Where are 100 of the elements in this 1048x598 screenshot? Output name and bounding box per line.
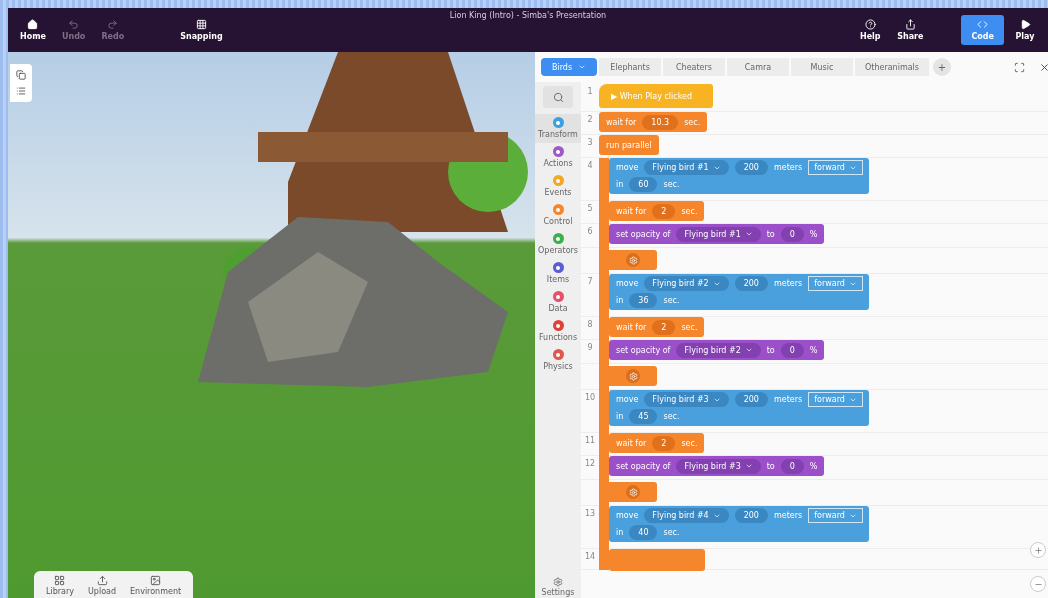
category-item[interactable]: Data [535,288,581,317]
value-field[interactable]: 40 [629,525,658,540]
script-tab[interactable]: Otheranimals [855,58,929,76]
block-label: sec. [681,206,698,216]
value-field[interactable]: 36 [629,293,658,308]
category-item[interactable]: Physics [535,346,581,375]
close-button[interactable] [1039,61,1048,73]
block-label: move [616,511,639,520]
block-label: wait for [606,117,637,127]
object-dropdown[interactable]: Flying bird #3 [644,392,729,407]
category-item[interactable]: Functions [535,317,581,346]
copy-button[interactable] [16,70,26,80]
object-dropdown[interactable]: Flying bird #1 [644,160,729,175]
category-item[interactable]: Items [535,259,581,288]
library-button[interactable]: Library [44,575,76,596]
block-label: move [616,395,639,404]
line-number: 2 [586,114,594,126]
value-field[interactable]: 2 [652,203,676,219]
fullscreen-button[interactable] [1014,61,1025,73]
value-field[interactable]: 45 [629,409,658,424]
settings-icon [628,371,638,381]
direction-dropdown[interactable]: forward [808,160,863,175]
window-title: Lion King (Intro) - Simba's Presentation [449,11,607,20]
help-icon [864,19,876,30]
block-label: sec. [663,296,680,305]
script-tab[interactable]: Birds [541,58,597,76]
block-label: move [616,279,639,288]
category-item[interactable]: Operators [535,230,581,259]
upload-icon [96,575,108,586]
value-field[interactable]: 0 [780,226,804,242]
object-dropdown[interactable]: Flying bird #3 [676,458,761,474]
chevron-down-icon [744,346,753,354]
code-button[interactable]: Code [961,15,1004,45]
list-button[interactable] [16,86,26,96]
value-field[interactable]: 2 [652,319,676,335]
play-button[interactable]: Play [1008,15,1042,45]
block-label: move [616,163,639,172]
line-number: 5 [586,203,594,215]
share-button[interactable]: Share [891,15,930,45]
close-icon [1039,61,1048,73]
object-dropdown[interactable]: Flying bird #4 [644,508,729,523]
copy-icon [16,70,26,80]
block-label: to [766,461,775,471]
settings-button[interactable] [626,369,640,383]
script-tab[interactable]: Elephants [599,58,661,76]
value-field[interactable]: 0 [780,342,804,358]
settings-button[interactable] [626,253,640,267]
block-label: set opacity of [616,461,671,471]
chevron-down-icon [744,230,753,238]
category-item[interactable]: Transform [535,114,581,143]
object-dropdown[interactable]: Flying bird #2 [644,276,729,291]
line-number: 8 [586,319,594,331]
block-label: % [809,461,818,471]
line-number: 6 [586,226,594,238]
category-item[interactable]: Actions [535,143,581,172]
line-number: 4 [586,160,594,172]
value-field[interactable]: 200 [734,392,768,407]
value-field[interactable]: 0 [780,458,804,474]
value-field[interactable]: 10.3 [642,114,679,130]
value-field[interactable]: 60 [629,177,658,192]
category-item[interactable]: Events [535,172,581,201]
line-number: 9 [586,342,594,354]
line-number: 3 [586,137,594,149]
help-button[interactable]: Help [853,15,888,45]
environment-button[interactable]: Environment [128,575,184,596]
value-field[interactable]: 2 [652,435,676,451]
block-label: meters [773,279,803,288]
object-dropdown[interactable]: Flying bird #2 [676,342,761,358]
block-label: meters [773,163,803,172]
snapping-button[interactable]: Snapping [174,15,229,45]
block-label: set opacity of [616,345,671,355]
direction-dropdown[interactable]: forward [808,508,863,523]
script-tab[interactable]: Cheaters [663,58,725,76]
value-field[interactable]: 200 [734,508,768,523]
search-button[interactable] [543,86,573,108]
value-field[interactable]: 200 [734,160,768,175]
fullscreen-icon [1014,61,1025,73]
run-parallel-block: run parallel [599,135,659,155]
settings-button[interactable]: Settings [541,575,575,598]
redo-icon [107,19,119,30]
add-tab-button[interactable]: + [933,58,951,76]
share-icon [904,19,916,30]
object-dropdown[interactable]: Flying bird #1 [676,226,761,242]
settings-icon [628,487,638,497]
search-icon [552,91,564,103]
script-tab[interactable]: Music [791,58,853,76]
value-field[interactable]: 200 [734,276,768,291]
home-button[interactable]: Home [14,15,52,45]
category-item[interactable]: Control [535,201,581,230]
block-label: wait for [616,438,647,448]
settings-icon [553,577,563,587]
zoom-out-button[interactable] [1030,576,1046,592]
script-tab[interactable]: Camra [727,58,789,76]
block-label: in [616,180,624,189]
direction-dropdown[interactable]: forward [808,392,863,407]
zoom-in-button[interactable] [1030,542,1046,558]
upload-button[interactable]: Upload [86,575,118,596]
settings-button[interactable] [626,485,640,499]
direction-dropdown[interactable]: forward [808,276,863,291]
block-label: wait for [616,322,647,332]
